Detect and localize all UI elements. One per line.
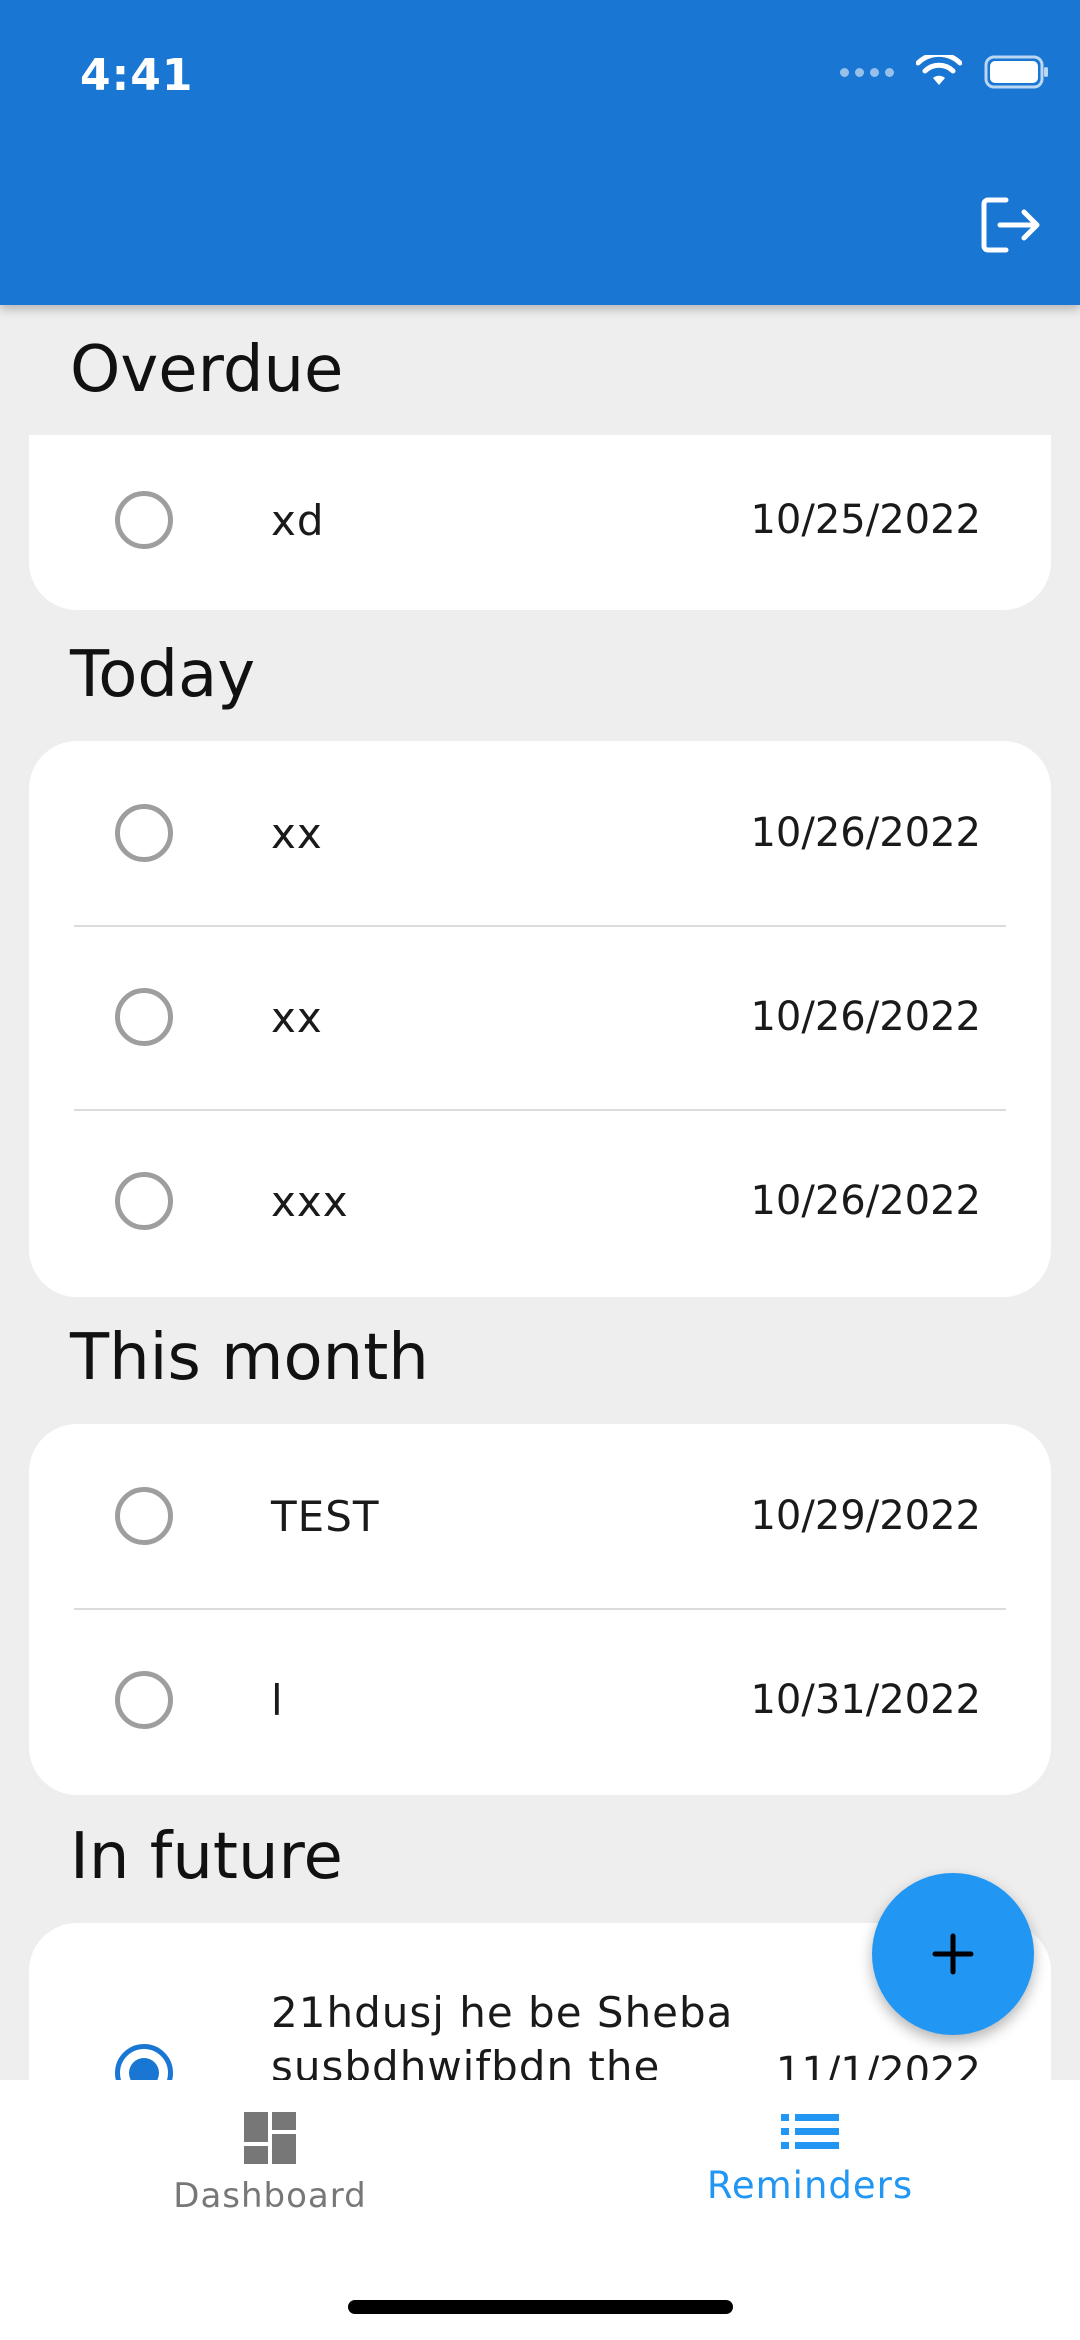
this-month-card: TEST 10/29/2022 l 10/31/2022 <box>29 1424 1051 1795</box>
reminder-date: 10/26/2022 <box>750 810 981 856</box>
list-icon <box>781 2114 839 2149</box>
dashboard-icon <box>244 2112 296 2164</box>
list-item[interactable]: xd 10/25/2022 <box>29 435 1051 605</box>
reminder-title: l <box>271 1675 284 1725</box>
list-item[interactable]: xx 10/26/2022 <box>29 741 1051 925</box>
complete-radio[interactable] <box>115 804 173 862</box>
nav-label: Dashboard <box>173 2176 367 2216</box>
reminder-title-line: susbdhwifbdn the <box>271 2042 661 2080</box>
complete-radio[interactable] <box>115 1671 173 1729</box>
complete-radio[interactable] <box>115 1487 173 1545</box>
today-card: xx 10/26/2022 xx 10/26/2022 xxx 10/26/20… <box>29 741 1051 1297</box>
reminder-date: 10/26/2022 <box>750 1178 981 1224</box>
reminder-title: 21hdusj he be Sheba susbdhwifbdn the <box>271 1986 791 2080</box>
reminder-date: 10/26/2022 <box>750 994 981 1040</box>
reminder-title: xx <box>271 992 323 1042</box>
battery-icon <box>984 55 1048 89</box>
logout-button[interactable] <box>976 190 1046 260</box>
complete-radio[interactable] <box>115 2044 173 2080</box>
nav-label: Reminders <box>706 2164 914 2207</box>
home-indicator <box>348 2300 733 2314</box>
reminder-date: 10/31/2022 <box>750 1677 981 1723</box>
nav-dashboard[interactable]: Dashboard <box>90 2110 450 2216</box>
list-item[interactable]: TEST 10/29/2022 <box>29 1424 1051 1608</box>
reminder-title-line: 21hdusj he be Sheba <box>271 1988 734 2037</box>
overdue-card: xd 10/25/2022 <box>29 435 1051 610</box>
reminder-date: 10/29/2022 <box>750 1493 981 1539</box>
status-icons <box>840 55 1050 89</box>
reminder-title: TEST <box>271 1491 380 1541</box>
list-item[interactable]: xx 10/26/2022 <box>29 925 1051 1109</box>
add-reminder-button[interactable] <box>872 1873 1034 2035</box>
status-time: 4:41 <box>80 50 194 101</box>
section-title-this-month: This month <box>70 1321 429 1395</box>
section-title-in-future: In future <box>70 1820 343 1894</box>
section-title-today: Today <box>70 638 256 712</box>
plus-icon <box>932 1933 974 1975</box>
reminder-date: 10/25/2022 <box>750 497 981 543</box>
signal-icon <box>840 67 894 77</box>
list-item[interactable]: l 10/31/2022 <box>29 1608 1051 1792</box>
app-bar: 4:41 <box>0 0 1080 305</box>
reminders-list[interactable]: Overdue xd 10/25/2022 Today xx 10/26/202… <box>0 305 1080 2080</box>
complete-radio[interactable] <box>115 988 173 1046</box>
reminder-title: xd <box>271 495 325 545</box>
wifi-icon <box>916 55 962 85</box>
reminder-title: xx <box>271 808 323 858</box>
section-title-overdue: Overdue <box>70 333 344 407</box>
complete-radio[interactable] <box>115 491 173 549</box>
nav-reminders[interactable]: Reminders <box>630 2110 990 2207</box>
complete-radio[interactable] <box>115 1172 173 1230</box>
reminder-date: 11/1/2022 <box>775 2049 981 2080</box>
list-item[interactable]: xxx 10/26/2022 <box>29 1109 1051 1293</box>
logout-icon <box>981 197 1040 253</box>
reminder-title: xxx <box>271 1176 349 1226</box>
